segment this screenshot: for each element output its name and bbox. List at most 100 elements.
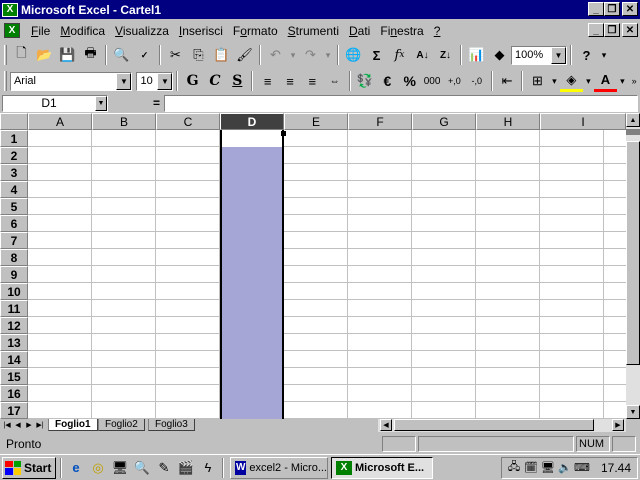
horizontal-scrollbar[interactable]: ◀ ▶ bbox=[378, 419, 626, 432]
row-header-11[interactable]: 11 bbox=[0, 300, 28, 317]
bold-button[interactable]: G bbox=[181, 70, 203, 92]
row-header-17[interactable]: 17 bbox=[0, 402, 28, 419]
euro-button[interactable]: € bbox=[376, 70, 398, 92]
formula-equals[interactable]: = bbox=[108, 96, 164, 110]
column-header-h[interactable]: H bbox=[476, 113, 540, 130]
new-icon[interactable]: 🗋 bbox=[10, 44, 33, 66]
sort-descending-icon[interactable]: Z↓ bbox=[434, 44, 457, 66]
first-sheet-icon[interactable]: |◀ bbox=[2, 419, 12, 431]
open-icon[interactable]: 📂 bbox=[33, 44, 56, 66]
scroll-down-icon[interactable]: ▼ bbox=[626, 405, 640, 419]
next-sheet-icon[interactable]: ▶ bbox=[24, 419, 34, 431]
row-header-8[interactable]: 8 bbox=[0, 249, 28, 266]
chevron-down-icon[interactable]: ▼ bbox=[157, 72, 173, 90]
toolbar-grip[interactable] bbox=[4, 71, 7, 91]
select-all-corner[interactable] bbox=[0, 113, 28, 130]
font-color-icon[interactable]: A bbox=[594, 70, 617, 92]
task-excel-button[interactable]: X Microsoft E... bbox=[331, 456, 433, 479]
doc-minimize-button[interactable]: _ bbox=[588, 23, 604, 37]
last-sheet-icon[interactable]: ▶| bbox=[35, 419, 45, 431]
align-center-icon[interactable]: ≡ bbox=[279, 70, 301, 92]
borders-icon[interactable]: ⊞ bbox=[526, 70, 548, 92]
menu-formato[interactable]: Formato bbox=[228, 22, 283, 40]
row-header-9[interactable]: 9 bbox=[0, 266, 28, 283]
explorer-icon[interactable]: 🔍 bbox=[131, 457, 153, 479]
tray-app-icon[interactable]: ⌨ bbox=[574, 460, 590, 476]
row-header-16[interactable]: 16 bbox=[0, 385, 28, 402]
vertical-scrollbar[interactable]: ▲ ▼ bbox=[626, 113, 640, 419]
column-header-d[interactable]: D bbox=[220, 113, 284, 130]
start-button[interactable]: Start bbox=[2, 456, 56, 479]
display-icon[interactable]: 🖥 bbox=[540, 460, 556, 476]
row-header-2[interactable]: 2 bbox=[0, 147, 28, 164]
chevron-down-icon[interactable]: ▾ bbox=[549, 70, 561, 92]
redo-icon[interactable]: ↷ bbox=[299, 44, 322, 66]
column-header-e[interactable]: E bbox=[284, 113, 348, 130]
chevron-down-icon[interactable]: ▼ bbox=[551, 46, 566, 64]
merge-center-icon[interactable]: ⇔ bbox=[324, 70, 346, 92]
notepad-icon[interactable]: ✎ bbox=[153, 457, 175, 479]
menu-modifica[interactable]: Modifica bbox=[55, 22, 110, 40]
formula-input[interactable] bbox=[164, 94, 638, 112]
decrease-decimal-icon[interactable]: -,0 bbox=[466, 70, 488, 92]
decrease-indent-icon[interactable]: ⇤ bbox=[496, 70, 518, 92]
row-header-1[interactable]: 1 bbox=[0, 130, 28, 147]
save-icon[interactable]: 💾 bbox=[56, 44, 79, 66]
italic-button[interactable]: C bbox=[204, 70, 226, 92]
redo-dropdown-icon[interactable]: ▾ bbox=[322, 44, 334, 66]
spelling-icon[interactable]: ✓ bbox=[133, 44, 156, 66]
quick-launch-icon[interactable]: ϟ bbox=[197, 457, 219, 479]
menu-inserisci[interactable]: Inserisci bbox=[174, 22, 228, 40]
selected-column-range[interactable] bbox=[220, 130, 284, 419]
row-header-5[interactable]: 5 bbox=[0, 198, 28, 215]
task-word-button[interactable]: W excel2 - Micro... bbox=[230, 456, 328, 479]
print-preview-icon[interactable]: 🔍 bbox=[110, 44, 133, 66]
row-header-7[interactable]: 7 bbox=[0, 232, 28, 249]
column-header-a[interactable]: A bbox=[28, 113, 92, 130]
euro-currency-icon[interactable]: 💱 bbox=[354, 70, 376, 92]
copy-icon[interactable]: ⎘ bbox=[187, 44, 210, 66]
increase-decimal-icon[interactable]: +,0 bbox=[443, 70, 465, 92]
underline-button[interactable]: S bbox=[226, 70, 248, 92]
scheduler-icon[interactable]: 🗓 bbox=[523, 460, 539, 476]
zoom-select[interactable]: 100% ▼ bbox=[511, 45, 567, 65]
row-header-12[interactable]: 12 bbox=[0, 317, 28, 334]
network-icon[interactable]: 🖧 bbox=[506, 460, 522, 476]
sheet-tab-foglio2[interactable]: Foglio2 bbox=[98, 419, 145, 431]
column-header-c[interactable]: C bbox=[156, 113, 220, 130]
row-header-13[interactable]: 13 bbox=[0, 334, 28, 351]
row-header-14[interactable]: 14 bbox=[0, 351, 28, 368]
toolbar-more-icon[interactable]: ▾ bbox=[598, 44, 610, 66]
document-icon[interactable]: X bbox=[4, 23, 20, 38]
column-header-i[interactable]: I bbox=[540, 113, 626, 130]
scroll-right-icon[interactable]: ▶ bbox=[612, 419, 624, 431]
fill-color-icon[interactable]: ◈ bbox=[560, 70, 583, 92]
chevron-down-icon[interactable]: ▼ bbox=[116, 72, 132, 90]
horizontal-scroll-thumb[interactable] bbox=[394, 419, 594, 431]
restore-button[interactable]: ❐ bbox=[604, 2, 620, 16]
font-select[interactable]: Arial ▼ bbox=[9, 71, 133, 91]
desktop-icon[interactable]: 🖥 bbox=[109, 457, 131, 479]
fill-handle[interactable] bbox=[281, 131, 286, 136]
split-box[interactable] bbox=[626, 129, 640, 135]
column-header-f[interactable]: F bbox=[348, 113, 412, 130]
format-painter-icon[interactable]: 🖌 bbox=[233, 44, 256, 66]
close-button[interactable]: ✕ bbox=[622, 2, 638, 16]
align-right-icon[interactable]: ≡ bbox=[301, 70, 323, 92]
cut-icon[interactable]: ✂ bbox=[164, 44, 187, 66]
toolbar-more-icon[interactable]: » bbox=[628, 70, 640, 92]
name-box[interactable]: D1 ▼ bbox=[2, 94, 108, 112]
drawing-icon[interactable]: ◆ bbox=[488, 44, 511, 66]
chevron-down-icon[interactable]: ▼ bbox=[95, 95, 107, 111]
autosum-icon[interactable]: Σ bbox=[365, 44, 388, 66]
row-header-15[interactable]: 15 bbox=[0, 368, 28, 385]
undo-dropdown-icon[interactable]: ▾ bbox=[287, 44, 299, 66]
menu-help[interactable]: ? bbox=[429, 22, 446, 40]
percent-button[interactable]: % bbox=[399, 70, 421, 92]
font-size-select[interactable]: 10 ▼ bbox=[136, 71, 174, 91]
media-icon[interactable]: 🎬 bbox=[175, 457, 197, 479]
menu-finestra[interactable]: Finestra bbox=[375, 22, 428, 40]
thousands-button[interactable]: 000 bbox=[421, 70, 443, 92]
sort-ascending-icon[interactable]: A↓ bbox=[411, 44, 434, 66]
row-header-10[interactable]: 10 bbox=[0, 283, 28, 300]
